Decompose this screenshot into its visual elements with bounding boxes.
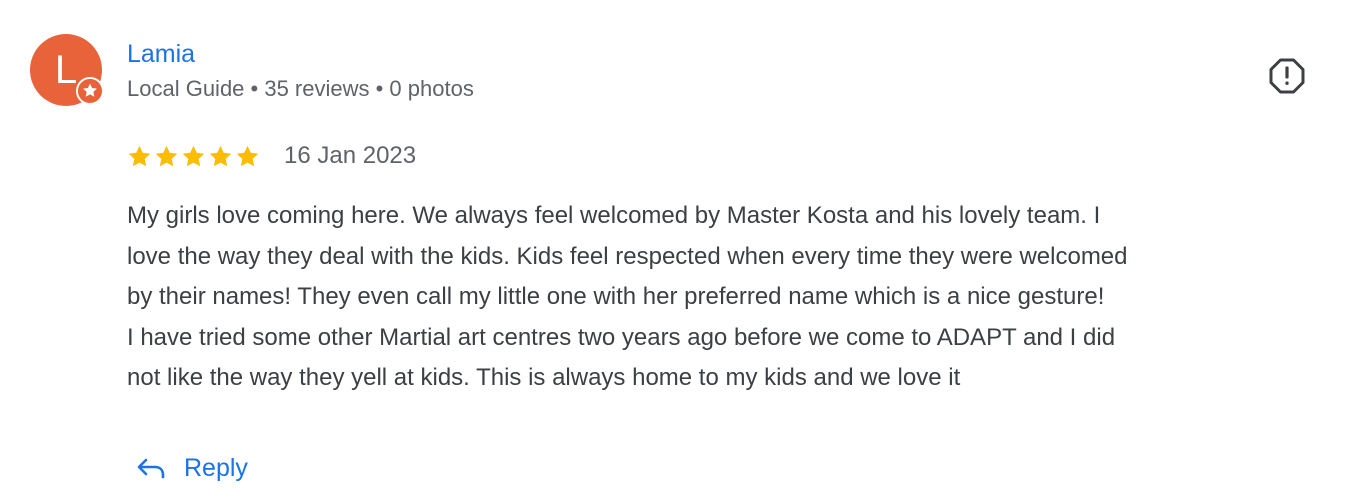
star-icon: [182, 145, 205, 166]
review-date: 16 Jan 2023: [284, 142, 417, 169]
review-text-line: My girls love coming here. We always fee…: [127, 202, 1101, 229]
star-icon: [236, 145, 259, 166]
review-text-line: I have tried some other Martial art cent…: [127, 323, 1116, 351]
review-text-line: by their names! They even call my little…: [127, 283, 1105, 310]
local-guide-badge-icon: [76, 77, 104, 105]
reviewer-meta: Local Guide • 35 reviews • 0 photos: [127, 76, 474, 101]
reviewer-name[interactable]: Lamia: [127, 38, 195, 70]
star-icon: [155, 145, 178, 166]
reply-arrow-icon: [137, 458, 165, 479]
reply-button[interactable]: Reply: [136, 446, 248, 490]
review-text-line: love the way they deal with the kids. Ki…: [127, 242, 1128, 270]
star-rating: [127, 144, 262, 169]
review-card: L Lamia Local Guide • 35 reviews • 0 pho…: [0, 0, 1370, 502]
reply-label: Reply: [184, 454, 248, 482]
rating-row: 16 Jan 2023: [127, 138, 416, 174]
review-text-line: not like the way they yell at kids. This…: [127, 364, 961, 391]
report-flag-icon[interactable]: [1267, 56, 1307, 96]
star-icon: [209, 145, 232, 166]
star-icon: [128, 145, 151, 166]
review-text: My girls love coming here. We always fee…: [127, 196, 1342, 399]
avatar-initial: L: [54, 48, 78, 92]
